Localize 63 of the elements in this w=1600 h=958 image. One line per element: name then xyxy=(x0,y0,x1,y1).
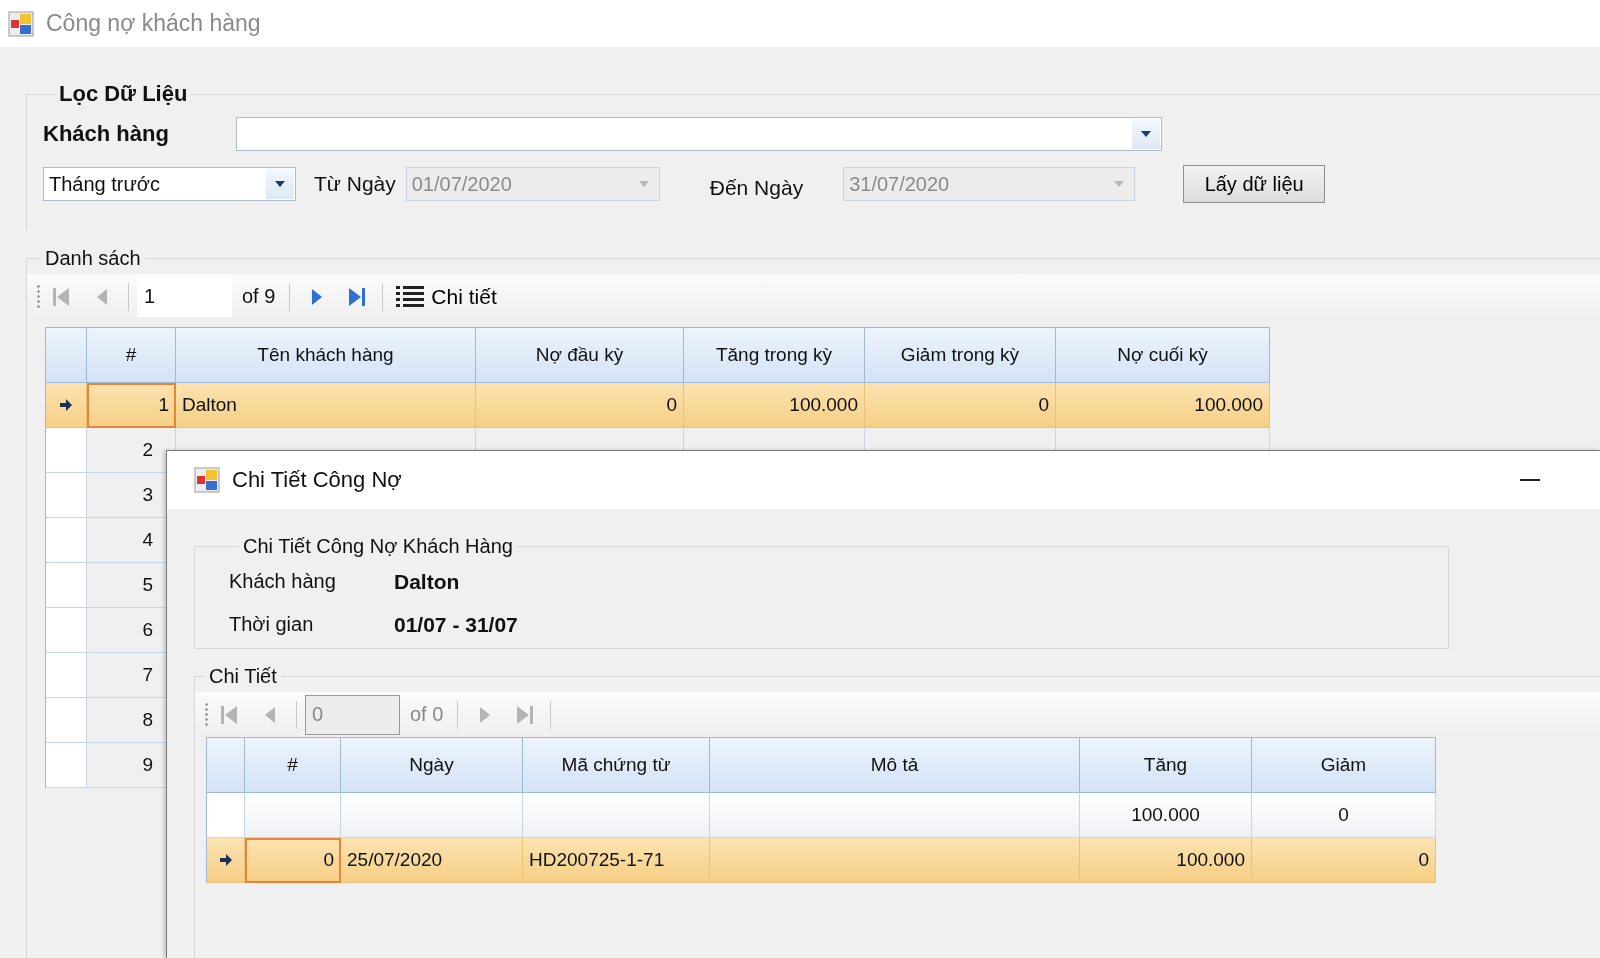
column-header[interactable]: Nợ đầu kỳ xyxy=(476,327,684,383)
window-title: Công nợ khách hàng xyxy=(46,10,261,37)
table-cell: 100.000 xyxy=(1080,838,1252,883)
field-label: Khách hàng xyxy=(229,570,337,593)
field-label: Đến Ngày xyxy=(709,176,804,200)
table-cell: HD200725-1-71 xyxy=(523,838,710,883)
column-header[interactable]: Giảm trong kỳ xyxy=(865,327,1056,383)
table-cell: 0 xyxy=(1252,838,1436,883)
dropdown-button[interactable] xyxy=(1132,119,1160,149)
column-header[interactable]: Nợ cuối kỳ xyxy=(1056,327,1270,383)
page-count: of 9 xyxy=(241,285,277,308)
app-icon xyxy=(8,10,34,37)
column-header[interactable]: Mã chứng từ xyxy=(523,737,710,793)
page-count: of 0 xyxy=(409,703,445,726)
dialog-title: Chi Tiết Công Nợ xyxy=(232,467,402,493)
field-label: Từ Ngày xyxy=(314,172,396,196)
detail-button[interactable]: Chi tiết xyxy=(391,283,501,310)
table-cell: 0 xyxy=(245,838,341,883)
last-page-icon xyxy=(346,285,367,308)
table-cell xyxy=(207,793,245,838)
table-cell: 1 xyxy=(87,383,176,428)
summary-cell: 0 xyxy=(1252,793,1436,838)
column-header[interactable]: Giảm xyxy=(1252,737,1436,793)
column-header[interactable]: Mô tả xyxy=(710,737,1080,793)
column-header[interactable]: # xyxy=(245,737,341,793)
table-cell: 0 xyxy=(865,383,1056,428)
period-dropdown[interactable]: Tháng trước xyxy=(43,167,296,201)
position-field[interactable]: 1 xyxy=(137,276,232,317)
table-cell: 0 xyxy=(476,383,684,428)
minimize-icon xyxy=(1520,478,1540,482)
column-header[interactable]: Tên khách hàng xyxy=(176,327,476,383)
row-indicator[interactable] xyxy=(46,383,87,428)
group-title: Chi Tiết Công Nợ Khách Hàng xyxy=(242,535,514,558)
table-cell: Dalton xyxy=(176,383,476,428)
caret-icon xyxy=(638,181,649,187)
first-page-icon xyxy=(52,285,72,308)
last-page-icon xyxy=(514,703,535,726)
app-icon xyxy=(194,467,220,493)
summary-cell: 100.000 xyxy=(1080,793,1252,838)
table-cell: 25/07/2020 xyxy=(341,838,523,883)
table-cell: 100.000 xyxy=(684,383,865,428)
row-indicator[interactable] xyxy=(207,838,245,883)
column-header[interactable]: Tăng xyxy=(1080,737,1252,793)
column-header[interactable]: Ngày xyxy=(341,737,523,793)
first-page-icon xyxy=(220,703,240,726)
dropdown-button[interactable] xyxy=(266,169,294,199)
field-value: Dalton xyxy=(394,569,460,594)
row-pointer-icon xyxy=(60,398,72,412)
field-label: Khách hàng xyxy=(43,121,170,147)
group-title: Chi Tiết xyxy=(208,665,278,688)
caret-icon xyxy=(1141,131,1151,137)
caret-icon xyxy=(1114,181,1125,187)
field-label: Thời gian xyxy=(229,613,315,636)
field-value: 01/07 - 31/07 xyxy=(394,612,518,637)
fetch-button[interactable]: Lấy dữ liệu xyxy=(1183,165,1326,203)
column-header[interactable]: # xyxy=(87,327,176,383)
caret-icon xyxy=(275,181,285,187)
table-cell: 100.000 xyxy=(1056,383,1270,428)
group-title: Danh sách xyxy=(44,247,142,270)
group-title: Lọc Dữ Liệu xyxy=(58,81,189,107)
list-icon xyxy=(395,283,426,310)
column-header[interactable]: Tăng trong kỳ xyxy=(684,327,865,383)
row-pointer-icon xyxy=(219,853,232,867)
